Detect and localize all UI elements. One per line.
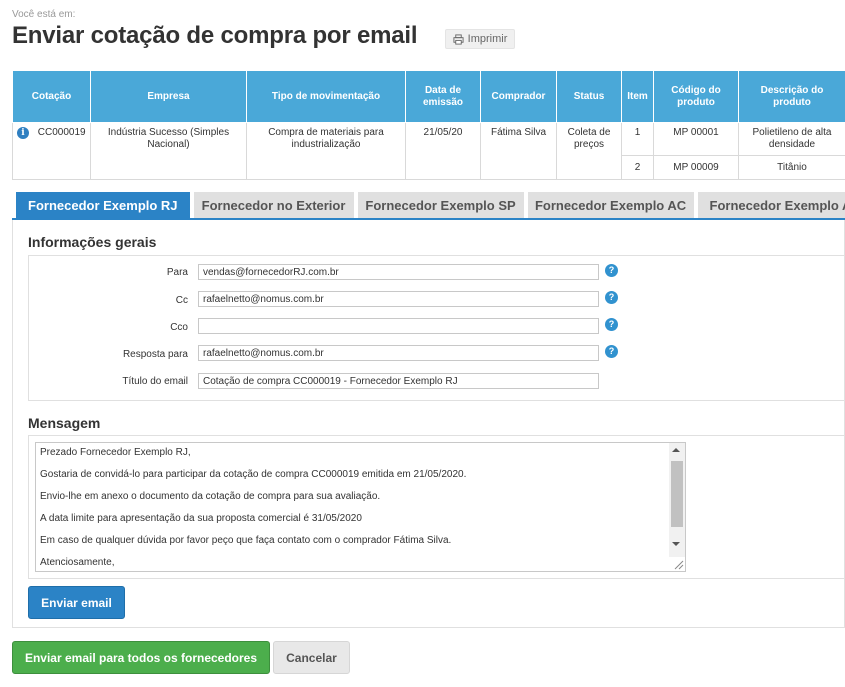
message-line: Prezado Fornecedor Exemplo RJ, <box>40 447 191 458</box>
print-button[interactable]: Imprimir <box>445 29 515 49</box>
breadcrumb: Você está em: <box>12 9 76 20</box>
cell-data: 21/05/20 <box>405 122 481 180</box>
cell-tipo: Compra de materiais para industrializaçã… <box>246 122 406 180</box>
quote-table: Cotação Empresa Tipo de movimentação Dat… <box>12 70 845 180</box>
para-field[interactable] <box>198 264 599 280</box>
printer-icon <box>453 33 464 45</box>
cco-field[interactable] <box>198 318 599 334</box>
resize-grip-icon[interactable] <box>672 558 684 570</box>
cco-label: Cco <box>170 322 188 333</box>
message-textarea[interactable]: Prezado Fornecedor Exemplo RJ, Gostaria … <box>35 442 686 572</box>
cell-item: 1 <box>621 122 654 156</box>
message-line: Gostaria de convidá-lo para participar d… <box>40 469 467 480</box>
table-header-row: Cotação Empresa Tipo de movimentação Dat… <box>12 70 845 123</box>
cell-descricao: Titânio <box>738 155 845 180</box>
cell-item: 2 <box>621 155 654 180</box>
send-all-button[interactable]: Enviar email para todos os fornecedores <box>12 641 270 674</box>
cell-empresa: Indústria Sucesso (Simples Nacional) <box>90 122 247 180</box>
message-title: Mensagem <box>28 415 101 431</box>
message-scrollbar[interactable] <box>669 443 685 557</box>
col-header-empresa: Empresa <box>90 70 247 123</box>
cell-cotacao: i CC000019 <box>12 122 91 180</box>
supplier-tabs: Fornecedor Exemplo RJ Fornecedor no Exte… <box>16 192 845 218</box>
cancel-button[interactable]: Cancelar <box>273 641 350 674</box>
col-header-status: Status <box>556 70 622 123</box>
scroll-down-icon[interactable] <box>672 542 680 546</box>
col-header-data: Data de emissão <box>405 70 481 123</box>
reply-to-field[interactable] <box>198 345 599 361</box>
info-icon[interactable]: i <box>17 127 29 139</box>
message-line: Atenciosamente, <box>40 557 115 568</box>
col-header-cotacao: Cotação <box>12 70 91 123</box>
send-email-button[interactable]: Enviar email <box>28 586 125 619</box>
table-row: i CC000019 Indústria Sucesso (Simples Na… <box>12 122 845 180</box>
scroll-up-icon[interactable] <box>672 448 680 452</box>
print-label: Imprimir <box>467 33 508 45</box>
tab-fornecedor-rj[interactable]: Fornecedor Exemplo RJ <box>16 192 190 218</box>
resposta-label: Resposta para <box>122 349 188 360</box>
col-header-descricao: Descrição do produto <box>738 70 845 123</box>
message-line: Envio-lhe em anexo o documento da cotaçã… <box>40 491 381 502</box>
cell-comprador: Fátima Silva <box>480 122 557 180</box>
cell-codigo: MP 00009 <box>653 155 739 180</box>
cotacao-code: CC000019 <box>37 127 86 138</box>
scroll-thumb[interactable] <box>671 461 683 527</box>
help-icon[interactable]: ? <box>605 291 618 304</box>
message-line: A data limite para apresentação da sua p… <box>40 513 362 524</box>
titulo-label: Título do email <box>122 376 188 387</box>
page-title: Enviar cotação de compra por email <box>12 22 418 49</box>
message-line: Em caso de qualquer dúvida por favor peç… <box>40 535 452 546</box>
col-header-codigo: Código do produto <box>653 70 739 123</box>
tab-fornecedor-exterior[interactable]: Fornecedor no Exterior <box>193 192 354 218</box>
cell-codigo: MP 00001 <box>653 122 739 156</box>
email-subject-field[interactable] <box>198 373 599 389</box>
tab-fornecedor-sp[interactable]: Fornecedor Exemplo SP <box>357 192 524 218</box>
cell-status: Coleta de preços <box>556 122 622 180</box>
cell-descricao: Polietileno de alta densidade <box>738 122 845 156</box>
tab-fornecedor-al[interactable]: Fornecedor Exemplo AL <box>697 192 845 218</box>
general-info-title: Informações gerais <box>28 234 157 250</box>
col-header-tipo: Tipo de movimentação <box>246 70 406 123</box>
help-icon[interactable]: ? <box>605 318 618 331</box>
help-icon[interactable]: ? <box>605 264 618 277</box>
tab-fornecedor-ac[interactable]: Fornecedor Exemplo AC <box>527 192 694 218</box>
para-label: Para <box>166 267 188 278</box>
col-header-item: Item <box>621 70 654 123</box>
help-icon[interactable]: ? <box>605 345 618 358</box>
cc-field[interactable] <box>198 291 599 307</box>
cc-label: Cc <box>175 295 188 306</box>
col-header-comprador: Comprador <box>480 70 557 123</box>
